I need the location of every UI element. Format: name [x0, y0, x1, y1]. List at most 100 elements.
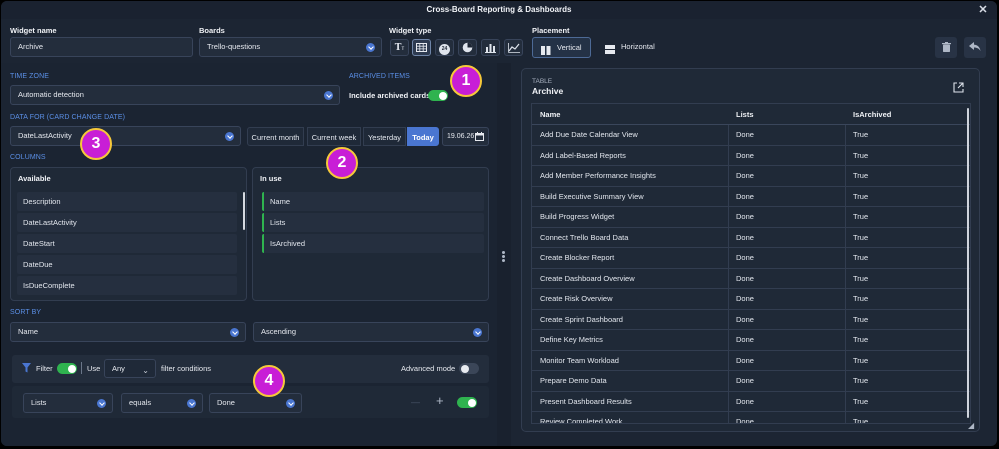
filter-operator-select[interactable]: equals [121, 393, 203, 413]
table-row[interactable]: Create Sprint Dashboard Done True [532, 310, 970, 330]
date-picker[interactable]: 19.06.26 [442, 127, 489, 146]
add-condition-button[interactable]: + [436, 394, 444, 408]
cell-isarchived: True [853, 212, 869, 221]
widget-type-label: Widget type [389, 26, 432, 35]
table-row[interactable]: Present Dashboard Results Done True [532, 392, 970, 412]
time-zone-select[interactable]: Automatic detection [10, 85, 340, 105]
filter-toggle[interactable] [57, 363, 77, 374]
table-row[interactable]: Review Completed Work Done True [532, 412, 970, 424]
preview-title: Archive [532, 86, 564, 96]
in-use-column-item[interactable]: IsArchived [262, 234, 484, 253]
sort-order-select[interactable]: Ascending [253, 322, 489, 342]
sort-by-label: SORT BY [10, 309, 42, 316]
filter-value-select[interactable]: Done [209, 393, 302, 413]
sort-field-value: Name [18, 327, 39, 336]
in-use-column-item[interactable]: Lists [262, 213, 484, 232]
table-row[interactable]: Add Label-Based Reports Done True [532, 146, 970, 166]
table-row[interactable]: Create Risk Overview Done True [532, 289, 970, 310]
table-row[interactable]: Create Dashboard Overview Done True [532, 269, 970, 289]
range-today[interactable]: Today [407, 127, 439, 146]
title-bar: Cross-Board Reporting & Dashboards ✕ [1, 1, 997, 19]
horizontal-layout-icon [605, 42, 615, 54]
widget-name-input[interactable]: Archive [10, 37, 193, 57]
in-use-column-item[interactable]: Name [262, 192, 484, 211]
table-header-name[interactable]: Name [532, 104, 560, 125]
remove-condition-button[interactable]: — [411, 397, 420, 407]
delete-button[interactable] [935, 37, 957, 58]
available-column-item[interactable]: DateStart [17, 234, 237, 253]
cell-isarchived: True [853, 417, 869, 424]
include-archived-label: Include archived cards [349, 91, 431, 100]
table-row[interactable]: Create Blocker Report Done True [532, 248, 970, 269]
vertical-layout-icon [541, 43, 551, 55]
chevron-down-icon [286, 399, 295, 408]
chevron-down-icon [366, 43, 375, 52]
data-for-select[interactable]: DateLastActivity [10, 126, 241, 146]
filter-match-select[interactable]: Any ⌄ [104, 359, 156, 378]
chevron-down-icon [97, 399, 106, 408]
table-row[interactable]: Add Member Performance Insights Done True [532, 166, 970, 187]
cell-name: Create Risk Overview [540, 294, 613, 303]
table-header-isarchived[interactable]: IsArchived [845, 104, 891, 125]
pie-chart-icon[interactable] [458, 39, 477, 56]
condition-enabled-toggle[interactable] [457, 397, 477, 408]
range-current-week[interactable]: Current week [307, 127, 361, 146]
include-archived-toggle[interactable] [428, 90, 448, 101]
cell-name: Prepare Demo Data [540, 376, 607, 385]
cell-lists: Done [736, 253, 754, 262]
undo-button[interactable] [964, 37, 986, 58]
available-column-item[interactable]: Description [17, 192, 237, 211]
cell-isarchived: True [853, 273, 869, 283]
resize-handle-icon[interactable] [502, 251, 506, 263]
open-external-icon[interactable] [953, 82, 964, 93]
sort-field-select[interactable]: Name [10, 322, 246, 342]
table-icon[interactable] [412, 39, 431, 56]
placement-horizontal-button[interactable]: Horizontal [597, 37, 663, 58]
cell-name: Present Dashboard Results [540, 396, 632, 406]
sort-order-value: Ascending [261, 327, 297, 336]
available-column-item[interactable]: DateDue [17, 255, 237, 274]
close-icon[interactable]: ✕ [977, 4, 989, 16]
filter-field-select[interactable]: Lists [23, 393, 113, 413]
chevron-down-icon: ⌄ [142, 366, 149, 375]
cell-isarchived: True [853, 171, 869, 180]
table-row[interactable]: Build Progress Widget Done True [532, 207, 970, 228]
available-column-item[interactable]: IsDueComplete [17, 276, 237, 295]
cell-lists: Done [736, 232, 754, 242]
cell-isarchived: True [853, 396, 869, 406]
cell-name: Build Executive Summary View [540, 191, 644, 201]
boards-select[interactable]: Trello-questions [199, 37, 382, 57]
advanced-mode-toggle[interactable] [459, 363, 479, 374]
table-scrollbar[interactable] [967, 108, 969, 418]
table-row[interactable]: Prepare Demo Data Done True [532, 371, 970, 392]
table-row[interactable]: Monitor Team Workload Done True [532, 351, 970, 371]
table-row[interactable]: Define Key Metrics Done True [532, 330, 970, 351]
counter-icon[interactable]: 24 [435, 39, 454, 56]
text-icon[interactable]: Tт [390, 39, 409, 56]
in-use-columns-box: In use Name Lists IsArchived [252, 167, 489, 301]
in-use-header: In use [260, 174, 282, 183]
line-chart-icon[interactable] [504, 39, 523, 56]
cell-lists: Done [736, 314, 754, 324]
cell-name: Add Member Performance Insights [540, 171, 656, 180]
chevron-down-icon [230, 328, 239, 337]
resize-corner-icon[interactable]: ◢ [968, 421, 974, 430]
bar-chart-icon[interactable] [481, 39, 500, 56]
cell-lists: Done [736, 212, 754, 221]
cell-name: Add Label-Based Reports [540, 150, 626, 160]
available-scrollbar[interactable] [243, 192, 245, 230]
range-yesterday[interactable]: Yesterday [363, 127, 406, 146]
archived-items-label: ARCHIVED ITEMS [349, 73, 410, 80]
table-row[interactable]: Add Due Date Calendar View Done True [532, 125, 970, 146]
table-row[interactable]: Connect Trello Board Data Done True [532, 228, 970, 248]
table-row[interactable]: Build Executive Summary View Done True [532, 187, 970, 207]
range-current-month[interactable]: Current month [247, 127, 304, 146]
table-header-lists[interactable]: Lists [728, 104, 754, 125]
cell-lists: Done [736, 417, 754, 424]
available-column-item[interactable]: DateLastActivity [17, 213, 237, 232]
cell-isarchived: True [853, 130, 869, 139]
cell-lists: Done [736, 273, 754, 283]
data-for-value: DateLastActivity [18, 131, 72, 140]
preview-kind: TABLE [532, 78, 553, 85]
placement-vertical-button[interactable]: Vertical [532, 37, 591, 58]
